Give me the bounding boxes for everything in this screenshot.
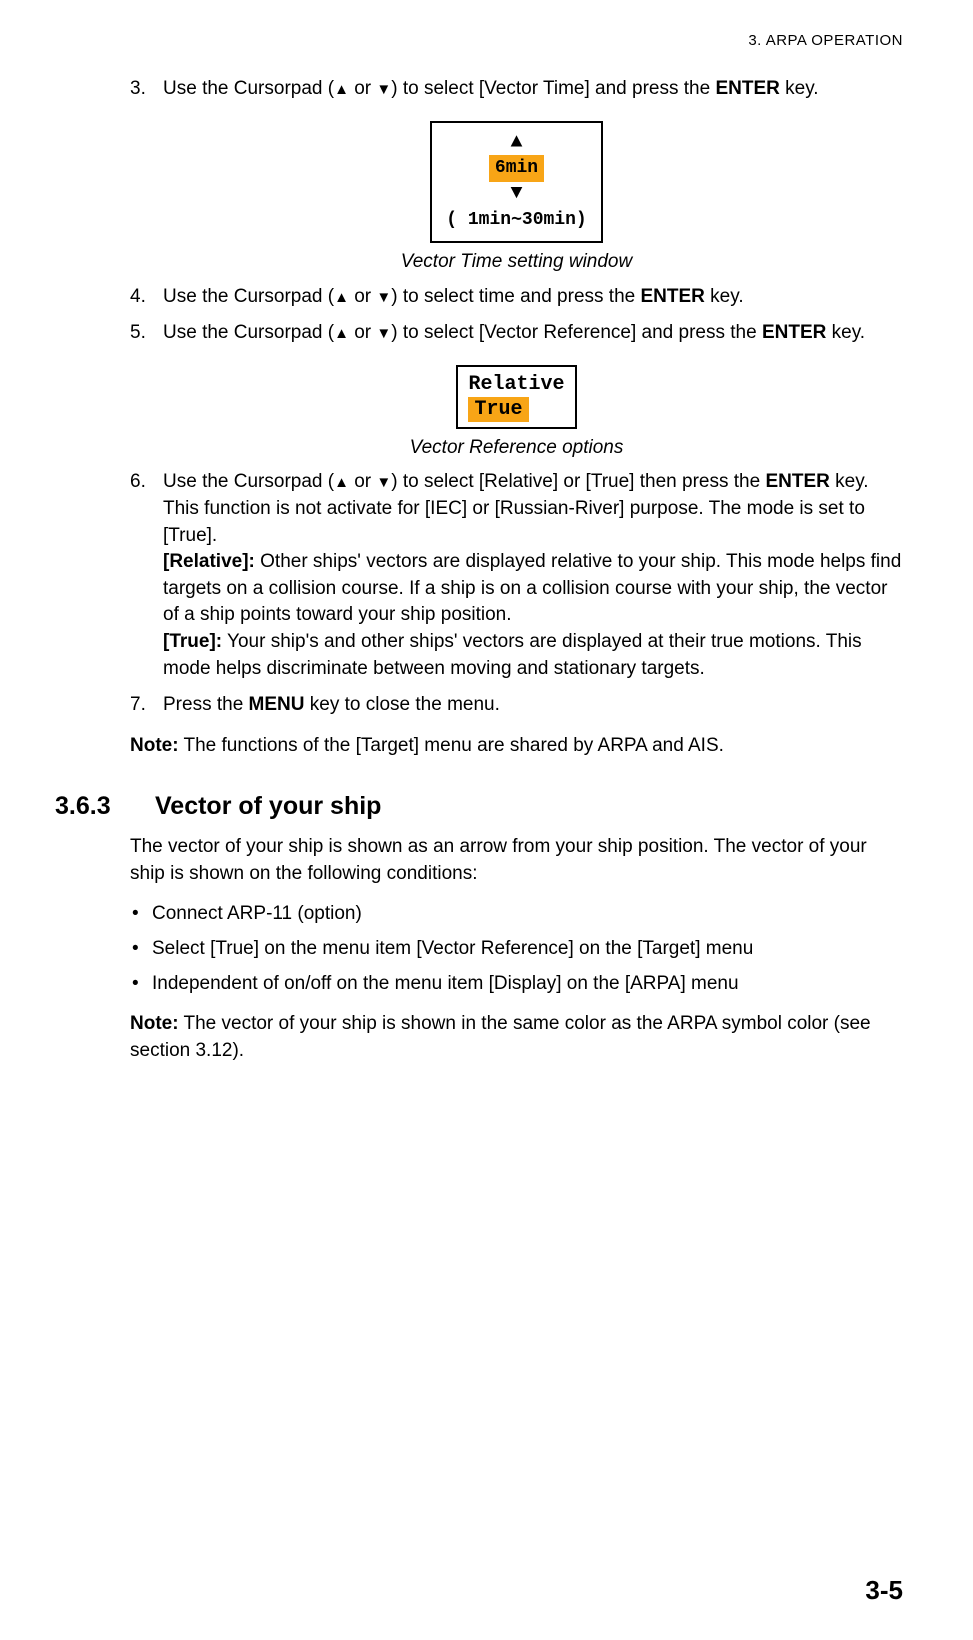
step-num: 5. [130, 320, 146, 347]
up-triangle-icon: ▲ [334, 289, 349, 306]
relative-label: [Relative]: [163, 551, 255, 572]
vector-time-value: 6min [489, 155, 544, 182]
step-3: 3. Use the Cursorpad (▲ or ▼) to select … [130, 76, 903, 103]
arrow-up-icon: ▲ [446, 133, 586, 153]
vector-time-window: ▲ 6min ▼ ( 1min∼30min) [430, 121, 602, 243]
section-number: 3.6.3 [55, 789, 155, 824]
step-text: Use the Cursorpad (▲ or ▼) to select tim… [163, 286, 744, 307]
vector-time-range: ( 1min∼30min) [446, 208, 586, 233]
note-label: Note: [130, 735, 179, 756]
list-item: Select [True] on the menu item [Vector R… [130, 936, 903, 963]
up-triangle-icon: ▲ [334, 325, 349, 342]
figure-caption: Vector Reference options [130, 435, 903, 462]
enter-key: ENTER [640, 286, 704, 307]
section-heading: 3.6.3 Vector of your ship [130, 789, 903, 824]
down-triangle-icon: ▼ [376, 81, 391, 98]
step-num: 6. [130, 469, 146, 496]
chapter-header: 3. ARPA OPERATION [55, 30, 903, 51]
step-num: 4. [130, 284, 146, 311]
up-triangle-icon: ▲ [334, 81, 349, 98]
list-item: Independent of on/off on the menu item [… [130, 971, 903, 998]
step-text: Use the Cursorpad (▲ or ▼) to select [Ve… [163, 78, 819, 99]
step-list: 3. Use the Cursorpad (▲ or ▼) to select … [130, 76, 903, 103]
figure-caption: Vector Time setting window [130, 249, 903, 276]
step-text: Press the MENU key to close the menu. [163, 694, 500, 715]
option-true: True [468, 397, 528, 422]
down-triangle-icon: ▼ [376, 474, 391, 491]
true-text: Your ship's and other ships' vectors are… [163, 631, 862, 679]
down-triangle-icon: ▼ [376, 325, 391, 342]
section-paragraph: The vector of your ship is shown as an a… [130, 834, 903, 887]
list-item: Connect ARP-11 (option) [130, 901, 903, 928]
vector-reference-window: Relative True [456, 365, 576, 429]
menu-key: MENU [249, 694, 305, 715]
relative-text: Other ships' vectors are displayed relat… [163, 551, 901, 625]
step-num: 3. [130, 76, 146, 103]
enter-key: ENTER [715, 78, 779, 99]
arrow-down-icon: ▼ [446, 184, 586, 204]
vector-reference-figure: Relative True [130, 365, 903, 429]
step-text: Use the Cursorpad (▲ or ▼) to select [Re… [163, 471, 869, 545]
true-label: [True]: [163, 631, 222, 652]
bullet-list: Connect ARP-11 (option) Select [True] on… [130, 901, 903, 997]
vector-time-figure: ▲ 6min ▼ ( 1min∼30min) [130, 121, 903, 243]
step-num: 7. [130, 692, 146, 719]
note-label: Note: [130, 1013, 179, 1034]
page-number: 3-5 [865, 1572, 903, 1608]
step-6: 6. Use the Cursorpad (▲ or ▼) to select … [130, 469, 903, 682]
up-triangle-icon: ▲ [334, 474, 349, 491]
option-relative: Relative [468, 372, 564, 397]
note-text: The vector of your ship is shown in the … [130, 1013, 871, 1061]
note-1: Note: The functions of the [Target] menu… [130, 733, 903, 760]
step-7: 7. Press the MENU key to close the menu. [130, 692, 903, 719]
enter-key: ENTER [762, 322, 826, 343]
section-title-text: Vector of your ship [155, 789, 381, 824]
note-2: Note: The vector of your ship is shown i… [130, 1011, 903, 1064]
step-4: 4. Use the Cursorpad (▲ or ▼) to select … [130, 284, 903, 311]
step-5: 5. Use the Cursorpad (▲ or ▼) to select … [130, 320, 903, 347]
down-triangle-icon: ▼ [376, 289, 391, 306]
enter-key: ENTER [765, 471, 829, 492]
note-text: The functions of the [Target] menu are s… [179, 735, 724, 756]
step-text: Use the Cursorpad (▲ or ▼) to select [Ve… [163, 322, 865, 343]
